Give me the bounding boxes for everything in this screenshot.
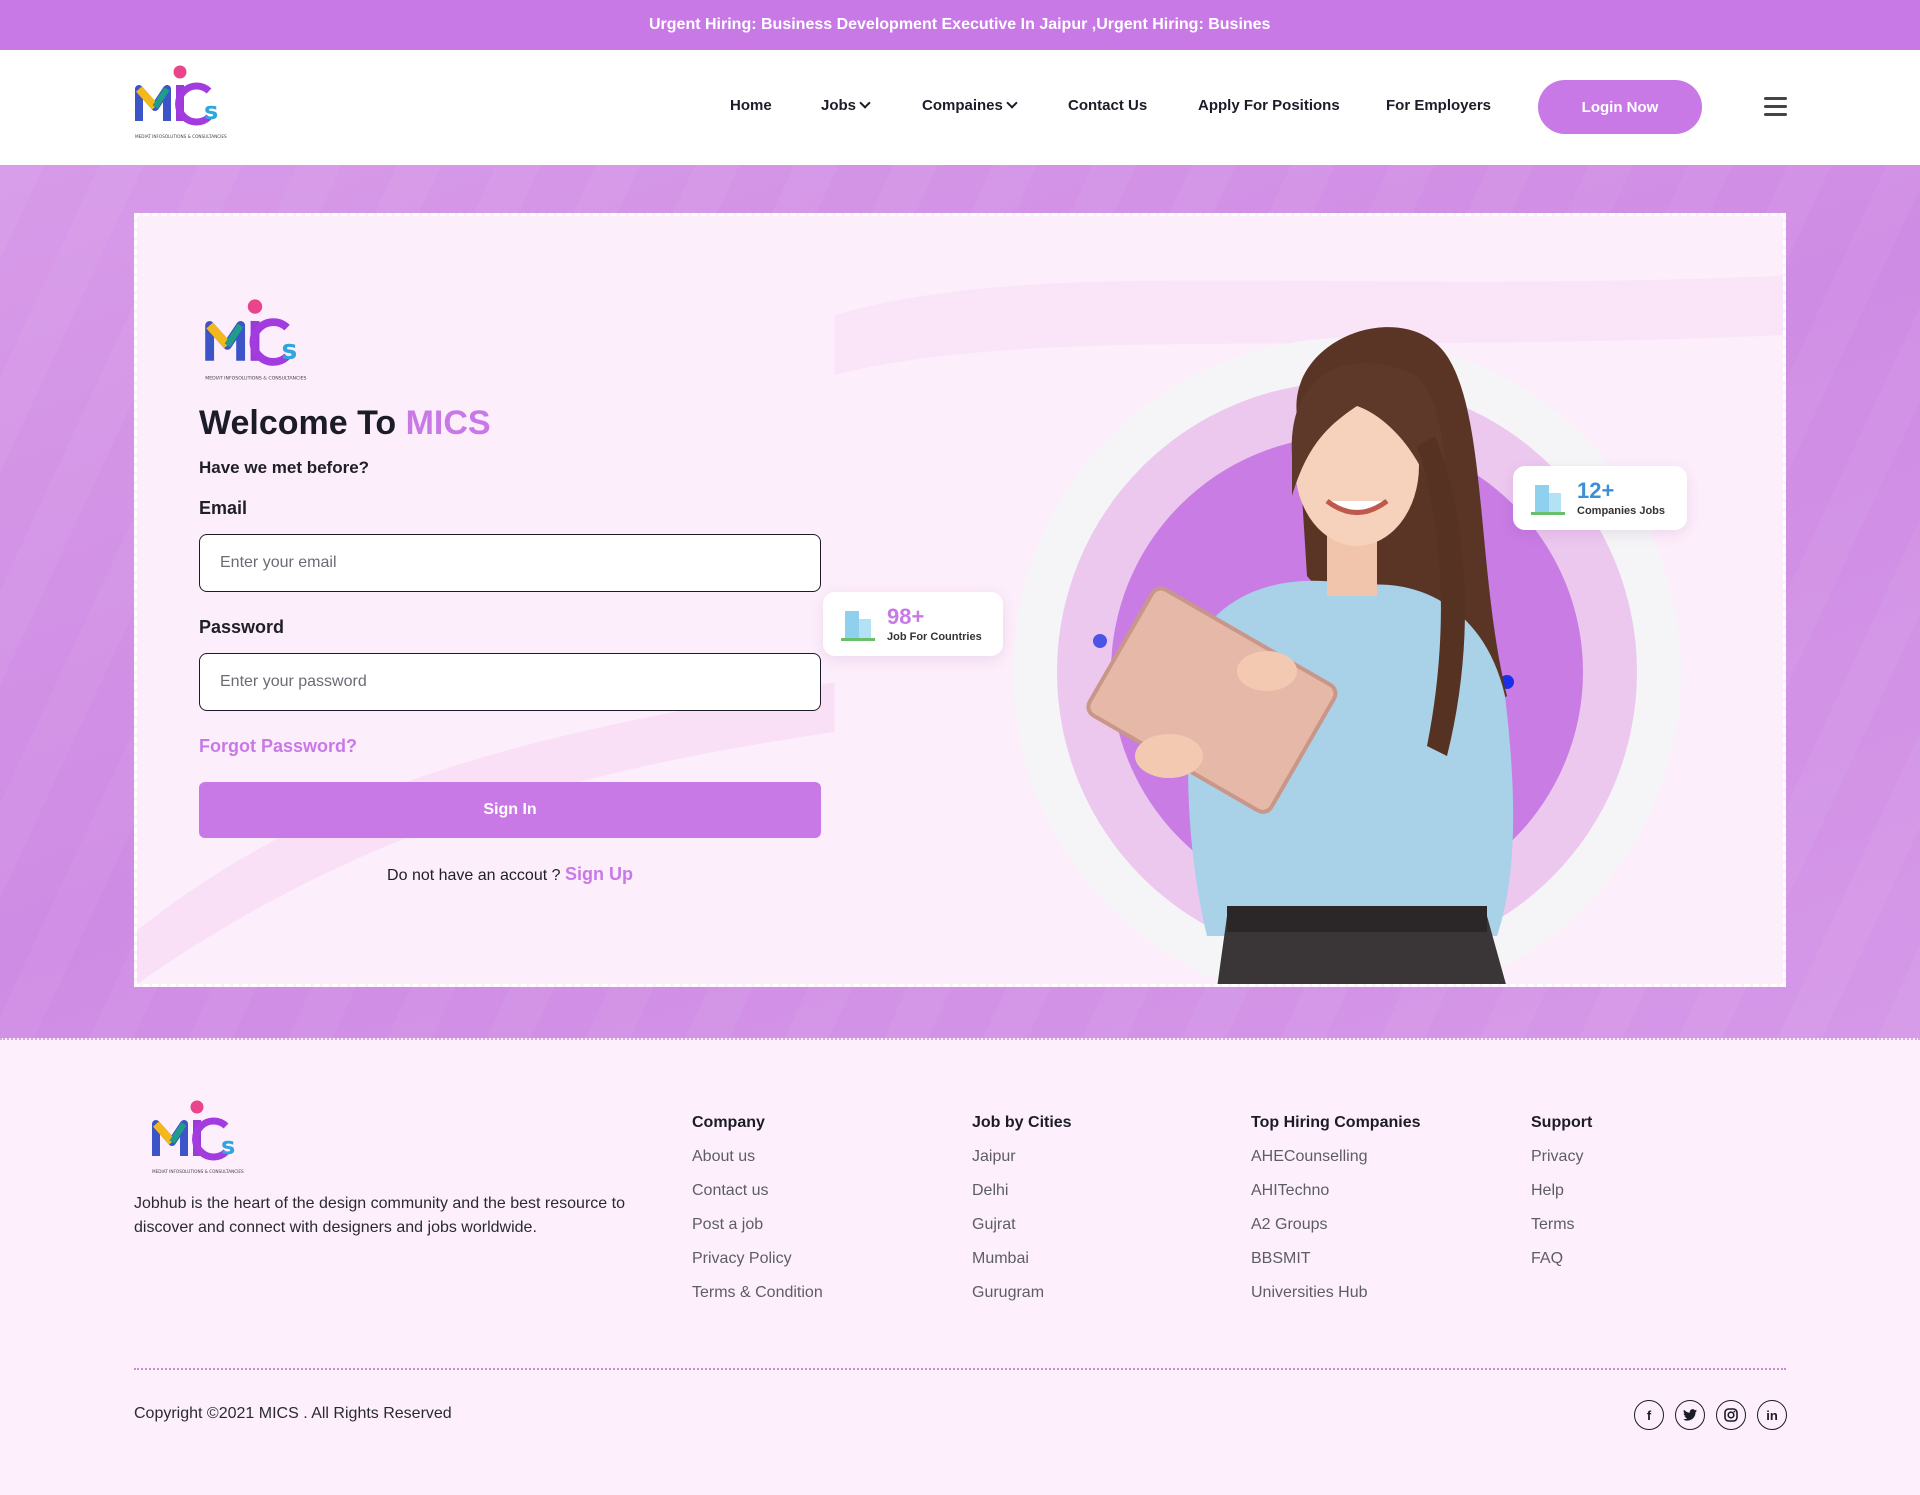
building-icon	[841, 611, 875, 641]
footer-link[interactable]: FAQ	[1531, 1242, 1592, 1276]
stat-value: 12+	[1577, 477, 1615, 503]
nav-jobs-label: Jobs	[821, 97, 857, 114]
footer-link[interactable]: Contact us	[692, 1174, 823, 1208]
footer-column-company: Company About us Contact us Post a job P…	[692, 1114, 823, 1310]
footer-link[interactable]: Gurugram	[972, 1276, 1072, 1310]
nav-apply-positions[interactable]: Apply For Positions	[1198, 97, 1340, 114]
footer-link[interactable]: A2 Groups	[1251, 1208, 1420, 1242]
forgot-password-link[interactable]: Forgot Password?	[199, 736, 357, 757]
svg-text:s: s	[282, 335, 298, 366]
signup-row: Do not have an accout ? Sign Up	[199, 864, 821, 885]
email-label: Email	[199, 498, 248, 518]
announcement-text: Urgent Hiring: Business Development Exec…	[649, 16, 1271, 33]
footer-column-cities: Job by Cities Jaipur Delhi Gujrat Mumbai…	[972, 1114, 1072, 1310]
stat-label: Job For Countries	[887, 630, 982, 643]
login-now-button[interactable]: Login Now	[1538, 80, 1702, 134]
nav-contact-label: Contact Us	[1068, 97, 1148, 114]
footer-divider	[134, 1368, 1786, 1370]
sign-in-button[interactable]: Sign In	[199, 782, 821, 838]
nav-apply-label: Apply For Positions	[1198, 97, 1340, 114]
instagram-icon[interactable]	[1716, 1400, 1746, 1430]
footer-link[interactable]: Help	[1531, 1174, 1592, 1208]
footer-link[interactable]: Gujrat	[972, 1208, 1072, 1242]
svg-text:MEDIAT INFOSOLUTIONS & CONSULT: MEDIAT INFOSOLUTIONS & CONSULTANCIES PVT…	[205, 376, 307, 382]
nav-companies-label: Compaines	[922, 97, 1003, 114]
nav-home-label: Home	[730, 97, 772, 114]
email-field[interactable]	[199, 534, 821, 592]
site-header: s MEDIAT INFOSOLUTIONS & CONSULTANCIES P…	[0, 50, 1920, 165]
footer-link[interactable]: Mumbai	[972, 1242, 1072, 1276]
copyright-text: Copyright ©2021 MICS . All Rights Reserv…	[134, 1405, 452, 1422]
hamburger-icon[interactable]	[1764, 97, 1787, 117]
footer-link[interactable]: Terms	[1531, 1208, 1592, 1242]
footer-column-title: Top Hiring Companies	[1251, 1114, 1421, 1131]
hero-section: s MEDIAT INFOSOLUTIONS & CONSULTANCIES P…	[0, 165, 1920, 1038]
welcome-brand: MICS	[405, 404, 491, 442]
building-icon	[1531, 485, 1565, 515]
nav-for-employers[interactable]: For Employers	[1386, 97, 1491, 114]
nav-home[interactable]: Home	[730, 97, 772, 114]
sign-up-link[interactable]: Sign Up	[565, 864, 633, 884]
footer-column-title: Company	[692, 1114, 765, 1131]
footer-description: Jobhub is the heart of the design commun…	[134, 1195, 625, 1236]
footer-link[interactable]: AHITechno	[1251, 1174, 1420, 1208]
footer-link[interactable]: BBSMIT	[1251, 1242, 1420, 1276]
svg-text:s: s	[221, 1132, 235, 1160]
welcome-prefix: Welcome To	[199, 404, 406, 442]
footer-link[interactable]: Terms & Condition	[692, 1276, 823, 1310]
stat-label: Companies Jobs	[1577, 504, 1666, 517]
site-footer: s MEDIAT INFOSOLUTIONS & CONSULTANCIES P…	[0, 1038, 1920, 1495]
nav-employers-label: For Employers	[1386, 97, 1492, 114]
footer-column-title: Job by Cities	[972, 1114, 1072, 1131]
svg-text:s: s	[204, 97, 218, 125]
login-card: s MEDIAT INFOSOLUTIONS & CONSULTANCIES P…	[134, 213, 1786, 987]
svg-text:MEDIAT INFOSOLUTIONS & CONSULT: MEDIAT INFOSOLUTIONS & CONSULTANCIES PVT…	[152, 1169, 244, 1174]
footer-link[interactable]: Delhi	[972, 1174, 1072, 1208]
mics-logo[interactable]: s MEDIAT INFOSOLUTIONS & CONSULTANCIES P…	[133, 63, 227, 145]
footer-link[interactable]: Universities Hub	[1251, 1276, 1420, 1310]
woman-with-tablet-image	[1013, 327, 1681, 984]
stat-badge-countries: 98+ Job For Countries	[823, 592, 1003, 656]
mics-logo: s MEDIAT INFOSOLUTIONS & CONSULTANCIES P…	[205, 299, 307, 382]
hero-illustration: 98+ Job For Countries 12+ Companies Jobs	[823, 276, 1687, 984]
footer-link[interactable]: AHECounselling	[1251, 1140, 1420, 1174]
footer-column-support: Support Privacy Help Terms FAQ	[1531, 1114, 1592, 1276]
footer-column-companies: Top Hiring Companies AHECounselling AHIT…	[1251, 1114, 1420, 1310]
password-label: Password	[199, 617, 285, 637]
footer-link[interactable]: Privacy Policy	[692, 1242, 823, 1276]
footer-link[interactable]: About us	[692, 1140, 823, 1174]
stat-badge-companies: 12+ Companies Jobs	[1513, 466, 1687, 530]
login-subtitle: Have we met before?	[199, 458, 370, 477]
twitter-icon[interactable]	[1675, 1400, 1705, 1430]
password-field[interactable]	[199, 653, 821, 711]
linkedin-icon[interactable]: in	[1757, 1400, 1787, 1430]
facebook-icon[interactable]: f	[1634, 1400, 1664, 1430]
nav-contact-us[interactable]: Contact Us	[1068, 97, 1147, 114]
chevron-down-icon	[1006, 97, 1018, 109]
social-links: f in	[1634, 1400, 1787, 1430]
welcome-heading: Welcome To MICS	[199, 404, 491, 443]
mics-logo[interactable]: s MEDIAT INFOSOLUTIONS & CONSULTANCIES P…	[150, 1098, 244, 1180]
nav-companies[interactable]: Compaines	[922, 97, 1018, 114]
footer-link[interactable]: Post a job	[692, 1208, 823, 1242]
announcement-bar: Urgent Hiring: Business Development Exec…	[0, 0, 1920, 50]
footer-link[interactable]: Privacy	[1531, 1140, 1592, 1174]
signup-prompt: Do not have an accout ?	[387, 867, 561, 884]
stat-value: 98+	[887, 603, 925, 629]
nav-jobs[interactable]: Jobs	[821, 97, 871, 114]
footer-link[interactable]: Jaipur	[972, 1140, 1072, 1174]
footer-column-title: Support	[1531, 1114, 1593, 1131]
svg-text:MEDIAT INFOSOLUTIONS & CONSULT: MEDIAT INFOSOLUTIONS & CONSULTANCIES PVT…	[135, 134, 227, 139]
chevron-down-icon	[859, 97, 871, 109]
